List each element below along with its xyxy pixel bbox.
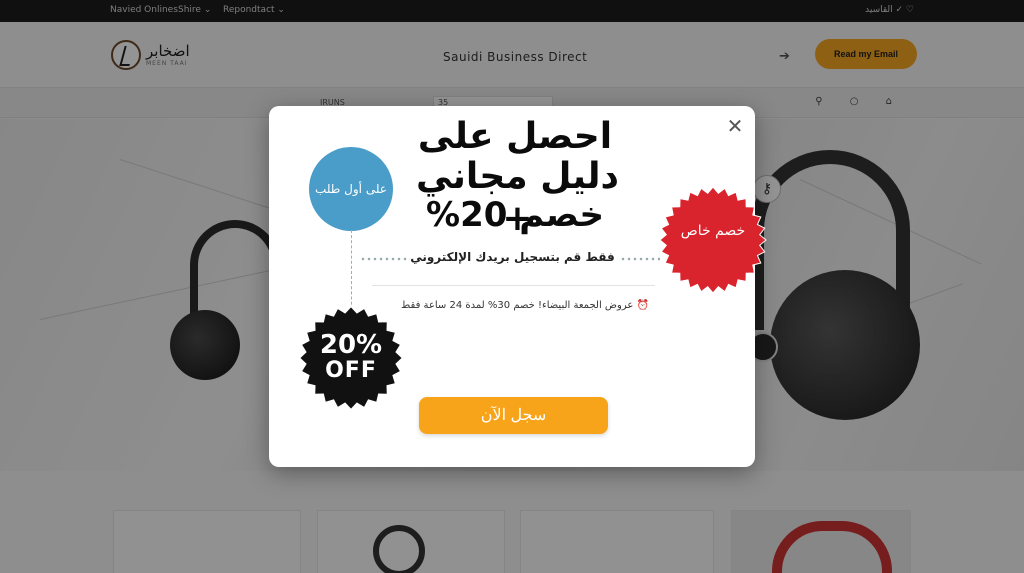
off-badge-label: OFF (325, 358, 377, 383)
promo-line: ⏰ عروض الجمعة البيضاء! خصم 30% لمدة 24 س… (390, 300, 660, 311)
divider (372, 285, 655, 286)
register-now-button[interactable]: سجل الآن (419, 397, 608, 434)
first-order-badge: على أول طلب (309, 147, 393, 231)
close-icon[interactable]: ✕ (724, 115, 746, 137)
headline-line-1: احصل على (417, 116, 613, 157)
dot-decoration (360, 257, 410, 261)
special-discount-text: خصم خاص (680, 223, 746, 239)
special-discount-badge (659, 186, 767, 294)
off-badge-text: 20% OFF (298, 331, 404, 383)
starburst-icon (659, 186, 767, 294)
dot-decoration (620, 257, 660, 261)
modal-subtitle: فقط قم بتسجيل بريدك الإلكتروني (410, 250, 615, 264)
promo-text: عروض الجمعة البيضاء! خصم 30% لمدة 24 ساع… (401, 300, 634, 311)
alarm-clock-icon: ⏰ (636, 300, 649, 311)
headline-line-3: خصم 20% (426, 195, 604, 235)
off-badge-percent: 20% (319, 330, 383, 360)
